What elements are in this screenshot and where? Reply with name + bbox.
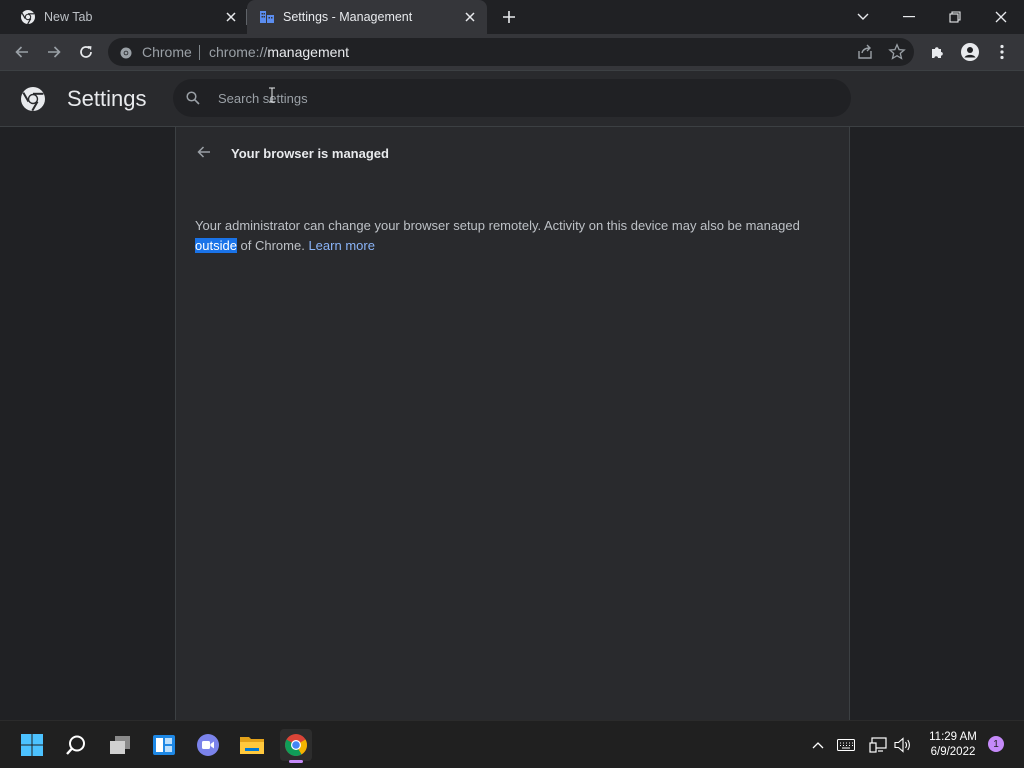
page-title: Settings: [67, 86, 147, 111]
teams-chat-icon[interactable]: [192, 729, 224, 761]
network-icon[interactable]: [868, 735, 888, 755]
task-view-icon[interactable]: [104, 729, 136, 761]
chrome-taskbar-icon[interactable]: [280, 729, 312, 761]
url-host: management: [267, 44, 350, 60]
back-arrow-icon[interactable]: [10, 40, 34, 64]
omnibox-divider: [199, 45, 200, 60]
back-arrow-icon: [196, 144, 212, 165]
address-bar[interactable]: Chrome chrome://management: [108, 38, 914, 66]
back-button[interactable]: [194, 144, 214, 164]
show-hidden-icons-chevron-up-icon[interactable]: [808, 735, 828, 755]
forward-arrow-icon[interactable]: [42, 40, 66, 64]
learn-more-link[interactable]: Learn more: [308, 238, 374, 253]
notification-badge[interactable]: 1: [988, 736, 1004, 752]
menu-kebab-icon[interactable]: [990, 40, 1014, 64]
tab-new-tab[interactable]: New Tab: [0, 0, 246, 34]
chrome-logo-icon: [20, 86, 46, 117]
chrome-site-icon: [120, 46, 132, 64]
restore-icon[interactable]: [943, 5, 967, 29]
tab-title: Settings - Management: [283, 10, 413, 24]
windows-taskbar: [0, 720, 1024, 768]
file-explorer-icon[interactable]: [236, 729, 268, 761]
search-icon: [186, 91, 200, 110]
new-tab-button[interactable]: [499, 7, 519, 27]
bookmark-star-icon[interactable]: [888, 43, 906, 66]
url-text: chrome://management: [209, 44, 349, 60]
site-chip-label: Chrome: [142, 44, 192, 60]
extensions-puzzle-icon[interactable]: [926, 40, 950, 64]
page-heading: Your browser is managed: [231, 146, 389, 161]
taskbar-clock[interactable]: 11:29 AM 6/9/2022: [920, 730, 986, 760]
start-icon[interactable]: [16, 729, 48, 761]
clock-date: 6/9/2022: [930, 746, 976, 758]
share-icon[interactable]: [856, 43, 874, 66]
chrome-favicon-icon: [20, 9, 36, 28]
close-tab-icon[interactable]: [222, 8, 240, 26]
close-tab-icon[interactable]: [461, 8, 479, 26]
tab-search-chevron-down-icon[interactable]: [851, 5, 875, 29]
tab-title: New Tab: [44, 10, 93, 24]
settings-header: Settings: [0, 71, 1024, 127]
settings-search-box[interactable]: [173, 79, 851, 117]
reload-icon[interactable]: [74, 40, 98, 64]
management-description: Your administrator can change your brows…: [195, 216, 835, 256]
close-window-icon[interactable]: [989, 5, 1013, 29]
widgets-icon[interactable]: [148, 729, 180, 761]
tab-strip: New Tab Settings - Management: [0, 0, 1024, 34]
description-text: Your administrator can change your brows…: [195, 218, 800, 233]
url-scheme: chrome://: [209, 44, 268, 60]
minimize-icon[interactable]: [897, 5, 921, 29]
profile-avatar-icon[interactable]: [958, 40, 982, 64]
volume-icon[interactable]: [893, 735, 913, 755]
description-text: of Chrome.: [236, 238, 309, 253]
clock-time: 11:29 AM: [929, 731, 977, 743]
active-app-indicator: [289, 760, 303, 763]
selected-text: outside: [195, 238, 237, 253]
tab-settings-management[interactable]: Settings - Management: [247, 0, 487, 34]
keyboard-icon[interactable]: [836, 735, 856, 755]
search-input[interactable]: [218, 88, 818, 108]
management-favicon-icon: [259, 9, 275, 28]
search-icon[interactable]: [60, 729, 92, 761]
